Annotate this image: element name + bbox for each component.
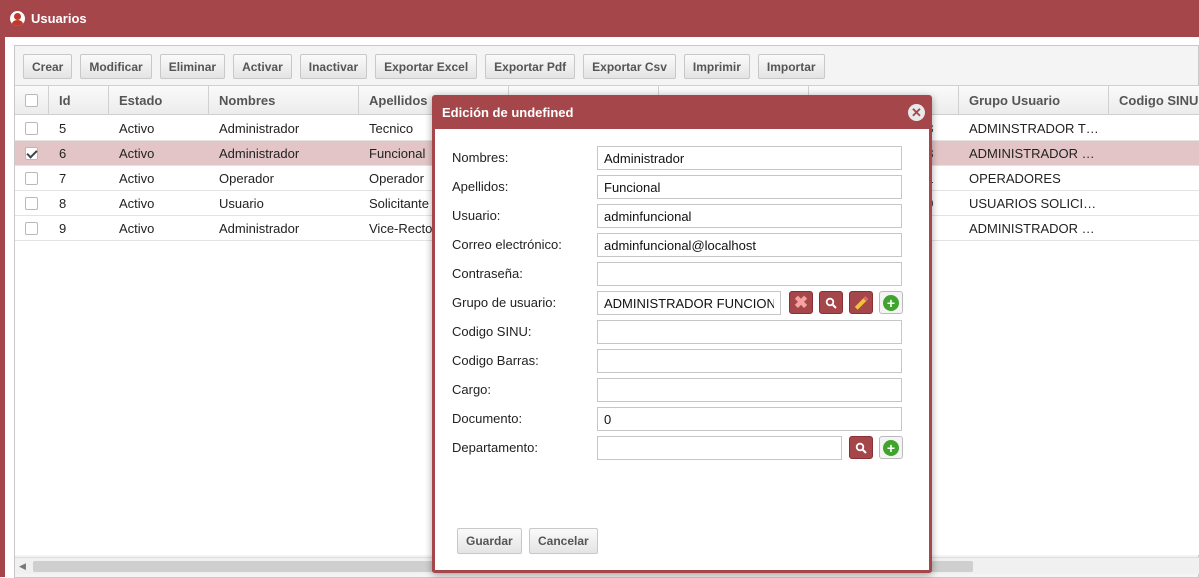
- cell-grupo: ADMINISTRADOR …: [969, 220, 1095, 236]
- edit-user-dialog: Edición de undefined ✕ Nombres: Apellido…: [432, 95, 932, 573]
- codigo-sinu-label: Codigo SINU:: [452, 324, 532, 339]
- documento-row: Documento:: [452, 407, 912, 431]
- header-nombres[interactable]: Nombres: [209, 86, 359, 114]
- email-field[interactable]: [597, 233, 902, 257]
- pencil-icon: [854, 295, 868, 310]
- modificar-button[interactable]: Modificar: [80, 54, 152, 79]
- plus-icon: +: [883, 294, 899, 311]
- inactivar-button[interactable]: Inactivar: [299, 54, 368, 79]
- correo-label: Correo electrónico:: [452, 237, 562, 252]
- cell-nombres: Usuario: [219, 195, 264, 211]
- documento-field[interactable]: [597, 407, 902, 431]
- usuario-field[interactable]: [597, 204, 902, 228]
- cell-id: 8: [59, 195, 67, 211]
- codigo-sinu-row: Codigo SINU:: [452, 320, 912, 344]
- nombres-row: Nombres:: [452, 146, 912, 170]
- row-checkbox[interactable]: [25, 196, 38, 210]
- close-icon[interactable]: ✕: [908, 104, 925, 121]
- search-icon: [855, 442, 867, 454]
- cargo-field[interactable]: [597, 378, 902, 402]
- select-all-checkbox[interactable]: [25, 93, 38, 107]
- apellidos-row: Apellidos:: [452, 175, 912, 199]
- eliminar-button[interactable]: Eliminar: [159, 54, 226, 79]
- row-checkbox[interactable]: [25, 121, 38, 135]
- row-checkbox[interactable]: [25, 171, 38, 185]
- cell-nombres: Administrador: [219, 145, 300, 161]
- codigo-sinu-field[interactable]: [597, 320, 902, 344]
- password-field[interactable]: [597, 262, 902, 286]
- clear-grupo-button[interactable]: ✖: [789, 291, 813, 314]
- apellidos-field[interactable]: [597, 175, 902, 199]
- header-id[interactable]: Id: [49, 86, 109, 114]
- cargo-label: Cargo:: [452, 382, 492, 397]
- select-all-cell: [15, 86, 49, 114]
- scroll-left-icon[interactable]: ◀: [19, 561, 26, 572]
- importar-button[interactable]: Importar: [757, 54, 825, 79]
- cancelar-button[interactable]: Cancelar: [529, 528, 598, 554]
- cell-estado: Activo: [119, 120, 155, 136]
- grupo-usuario-field[interactable]: [597, 291, 781, 315]
- cell-id: 7: [59, 170, 67, 186]
- guardar-button[interactable]: Guardar: [457, 528, 522, 554]
- cell-grupo: ADMINSTRADOR T…: [969, 120, 1099, 136]
- correo-row: Correo electrónico:: [452, 233, 912, 257]
- cargo-row: Cargo:: [452, 378, 912, 402]
- usuario-label: Usuario:: [452, 208, 501, 223]
- cell-id: 9: [59, 220, 67, 236]
- departamento-label: Departamento:: [452, 440, 538, 455]
- apellidos-label: Apellidos:: [452, 179, 509, 194]
- edit-grupo-button[interactable]: [849, 291, 873, 314]
- user-icon: [10, 10, 25, 26]
- contrasena-label: Contraseña:: [452, 266, 523, 281]
- cell-id: 6: [59, 145, 67, 161]
- departamento-field[interactable]: [597, 436, 842, 460]
- search-grupo-button[interactable]: [819, 291, 843, 314]
- row-checkbox[interactable]: [25, 221, 38, 235]
- grupo-label: Grupo de usuario:: [452, 295, 557, 310]
- documento-label: Documento:: [452, 411, 523, 426]
- window-title: Usuarios: [31, 10, 87, 26]
- exportar-csv-button[interactable]: Exportar Csv: [583, 54, 676, 79]
- codigo-barras-field[interactable]: [597, 349, 902, 373]
- clear-icon: ✖: [793, 293, 809, 312]
- toolbar: Crear Modificar Eliminar Activar Inactiv…: [23, 54, 825, 80]
- cell-estado: Activo: [119, 170, 155, 186]
- codigo-barras-label: Codigo Barras:: [452, 353, 539, 368]
- exportar-pdf-button[interactable]: Exportar Pdf: [485, 54, 576, 79]
- imprimir-button[interactable]: Imprimir: [683, 54, 750, 79]
- header-codigo-sinu[interactable]: Codigo SINU: [1109, 86, 1199, 114]
- cell-id: 5: [59, 120, 67, 136]
- cell-grupo: OPERADORES: [969, 170, 1061, 186]
- contrasena-row: Contraseña:: [452, 262, 912, 286]
- add-departamento-button[interactable]: +: [879, 436, 903, 459]
- codigo-barras-row: Codigo Barras:: [452, 349, 912, 373]
- grupo-row: Grupo de usuario: ✖ +: [452, 291, 912, 315]
- cell-estado: Activo: [119, 220, 155, 236]
- cell-estado: Activo: [119, 195, 155, 211]
- cell-grupo: ADMINISTRADOR …: [969, 145, 1095, 161]
- departamento-row: Departamento: +: [452, 436, 912, 460]
- plus-icon: +: [883, 439, 899, 456]
- search-departamento-button[interactable]: [849, 436, 873, 459]
- cell-grupo: USUARIOS SOLICI…: [969, 195, 1097, 211]
- window-titlebar: Usuarios: [0, 0, 1199, 36]
- header-grupo-usuario[interactable]: Grupo Usuario: [959, 86, 1109, 114]
- cell-nombres: Administrador: [219, 120, 300, 136]
- search-icon: [825, 297, 837, 309]
- dialog-title: Edición de undefined: [442, 104, 574, 120]
- add-grupo-button[interactable]: +: [879, 291, 903, 314]
- exportar-excel-button[interactable]: Exportar Excel: [375, 54, 478, 79]
- cell-nombres: Operador: [219, 170, 274, 186]
- row-checkbox[interactable]: [25, 146, 38, 160]
- usuario-row: Usuario:: [452, 204, 912, 228]
- crear-button[interactable]: Crear: [23, 54, 73, 79]
- nombres-label: Nombres:: [452, 150, 509, 165]
- header-estado[interactable]: Estado: [109, 86, 209, 114]
- cell-estado: Activo: [119, 145, 155, 161]
- cell-nombres: Administrador: [219, 220, 300, 236]
- dialog-titlebar: Edición de undefined ✕: [435, 95, 929, 129]
- nombres-field[interactable]: [597, 146, 902, 170]
- activar-button[interactable]: Activar: [233, 54, 292, 79]
